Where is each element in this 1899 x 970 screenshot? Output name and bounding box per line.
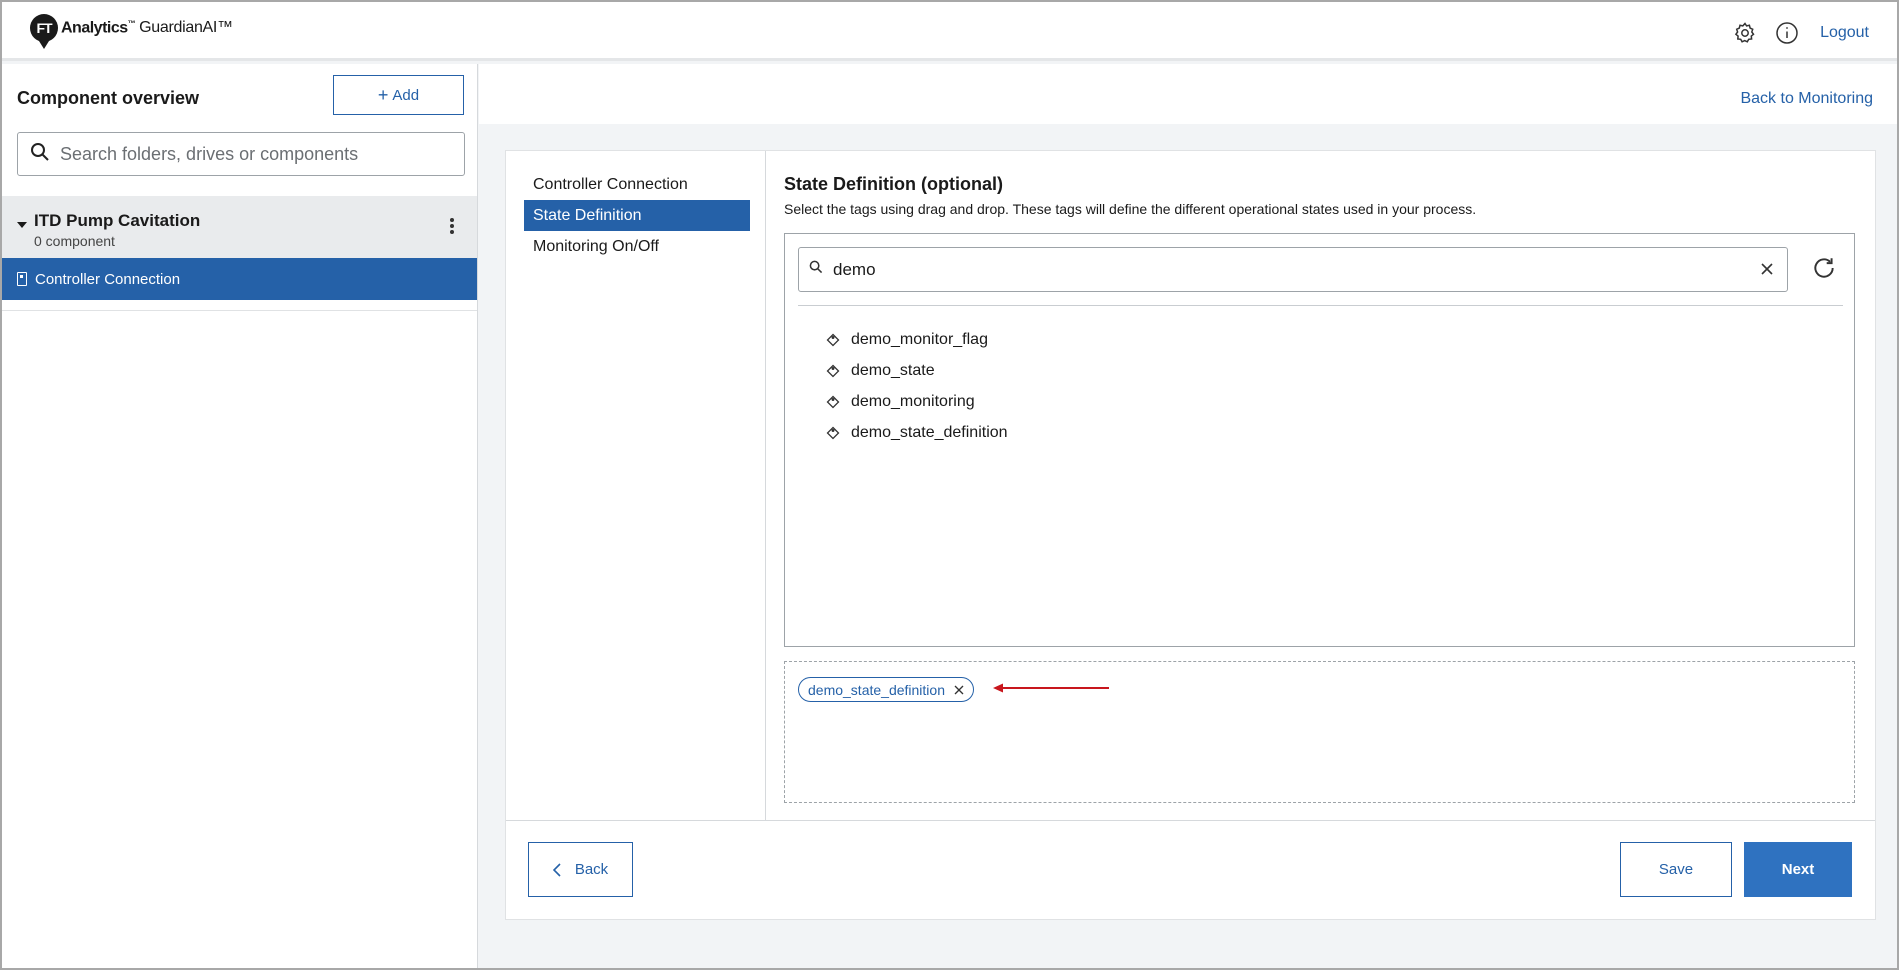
component-search-input[interactable] [60,143,440,165]
component-item-controller-connection[interactable]: Controller Connection [2,258,477,300]
chip-label: demo_state_definition [808,681,945,698]
main-top-bar: Back to Monitoring [479,64,1897,124]
tag-item[interactable]: demo_monitoring [825,386,1008,417]
next-button[interactable]: Next [1744,842,1852,897]
logo-badge: FT [30,14,58,49]
tag-search[interactable] [798,247,1788,292]
search-icon [809,260,823,279]
folder-item[interactable]: ITD Pump Cavitation 0 component [2,196,477,258]
tag-item[interactable]: demo_monitor_flag [825,324,1008,355]
app-window: FT Analytics™ GuardianAI™ Logout Compone… [0,0,1899,970]
tag-icon [825,332,841,348]
card-footer-divider [506,820,1875,821]
chip-close-icon[interactable] [953,684,965,696]
sidebar: Component overview + Add ITD Pump Cavita… [2,64,478,968]
component-icon [17,272,27,286]
tag-icon [825,394,841,410]
logo-brand: Analytics™ [61,18,136,37]
add-button[interactable]: + Add [333,75,464,115]
selected-tag-chip[interactable]: demo_state_definition [798,677,974,702]
tag-drop-zone[interactable]: demo_state_definition [784,661,1855,803]
page-description: Select the tags using drag and drop. The… [784,201,1477,217]
kebab-icon[interactable] [446,216,458,240]
add-button-label: Add [392,86,420,104]
tag-label: demo_state [851,361,935,379]
search-icon [30,142,50,167]
tag-label: demo_monitoring [851,392,975,410]
tag-label: demo_state_definition [851,423,1008,441]
component-search[interactable] [17,132,465,176]
logout-link[interactable]: Logout [1820,24,1869,42]
tag-icon [825,425,841,441]
plus-icon: + [377,85,389,105]
tag-item[interactable]: demo_state_definition [825,417,1008,448]
tag-browser: demo_monitor_flag demo_state demo_monito… [784,233,1855,647]
info-icon[interactable] [1774,20,1800,46]
wizard-card: Controller Connection State Definition M… [505,150,1876,920]
tag-label: demo_monitor_flag [851,330,988,348]
tag-divider [798,305,1843,306]
step-controller-connection[interactable]: Controller Connection [524,169,750,200]
back-button[interactable]: Back [528,842,633,897]
step-monitoring-on-off[interactable]: Monitoring On/Off [524,231,750,262]
step-content: State Definition (optional) Select the t… [766,151,1876,820]
save-button[interactable]: Save [1620,842,1732,897]
caret-down-icon[interactable] [17,222,27,228]
folder-count: 0 component [34,233,115,249]
header-actions: Logout [1732,20,1869,46]
top-header: FT Analytics™ GuardianAI™ Logout [2,2,1897,61]
logo-product: GuardianAI™ [139,19,233,36]
page-title: State Definition (optional) [784,174,1003,194]
component-label: Controller Connection [35,270,181,288]
sidebar-divider [2,310,477,311]
tag-item[interactable]: demo_state [825,355,1008,386]
step-state-definition[interactable]: State Definition [524,200,750,231]
folder-name: ITD Pump Cavitation [34,211,201,230]
refresh-icon[interactable] [1810,254,1838,282]
gear-icon[interactable] [1732,20,1758,46]
wizard-steps: Controller Connection State Definition M… [506,151,766,820]
back-to-monitoring-link[interactable]: Back to Monitoring [1740,90,1873,108]
annotation-arrow [993,681,1111,693]
sidebar-title: Component overview [17,88,200,108]
clear-icon[interactable] [1757,259,1777,279]
back-button-label: Back [574,861,609,878]
logo: FT Analytics™ GuardianAI™ [30,14,233,49]
chevron-left-icon [552,862,563,877]
tag-icon [825,363,841,379]
tag-search-input[interactable] [833,259,1733,280]
tag-list: demo_monitor_flag demo_state demo_monito… [825,324,1008,448]
